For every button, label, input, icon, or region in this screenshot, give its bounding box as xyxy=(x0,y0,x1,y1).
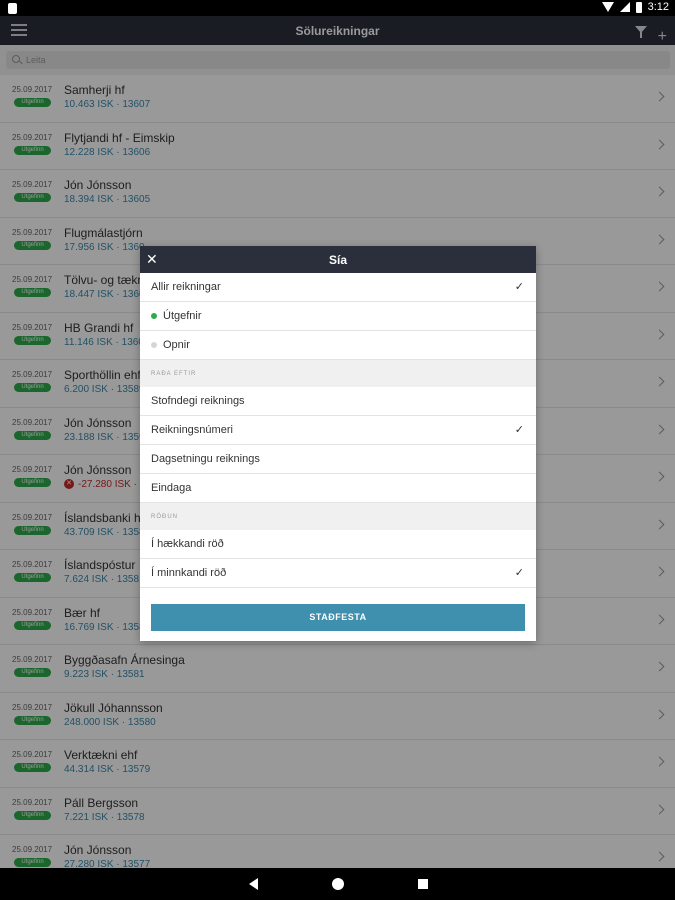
dialog-header: ✕ Sía xyxy=(140,246,536,273)
check-icon: ✓ xyxy=(514,424,524,436)
status-icons: 3:12 xyxy=(601,1,669,13)
order-option-ascending[interactable]: Í hækkandi röð xyxy=(140,530,536,559)
dialog-title: Sía xyxy=(328,253,347,267)
option-label: Stofndegi reiknings xyxy=(151,395,245,407)
sort-option-number[interactable]: Reikningsnúmeri ✓ xyxy=(140,416,536,445)
option-all-invoices[interactable]: Allir reikningar ✓ xyxy=(140,273,536,302)
signal-icon xyxy=(619,2,630,12)
order-option-descending[interactable]: Í minnkandi röð ✓ xyxy=(140,559,536,588)
sort-option-date[interactable]: Dagsetningu reiknings xyxy=(140,445,536,474)
wifi-icon xyxy=(601,2,614,12)
option-label: Útgefnir xyxy=(163,310,202,322)
option-label: Í hækkandi röð xyxy=(151,538,224,550)
battery-icon xyxy=(635,1,642,13)
sort-section-header: RAÐA EFTIR xyxy=(140,360,536,387)
notification-icon xyxy=(8,3,17,14)
option-label: Eindaga xyxy=(151,482,192,494)
recent-apps-icon[interactable] xyxy=(418,879,428,889)
sort-option-due-date[interactable]: Eindaga xyxy=(140,474,536,503)
check-icon: ✓ xyxy=(514,567,524,579)
option-issued[interactable]: Útgefnir xyxy=(140,302,536,331)
home-icon[interactable] xyxy=(332,878,344,890)
status-time: 3:12 xyxy=(647,1,669,13)
check-icon: ✓ xyxy=(514,281,524,293)
status-dot-icon xyxy=(151,342,157,349)
filter-dialog: ✕ Sía Allir reikningar ✓ Útgefnir Opnir … xyxy=(140,246,536,641)
status-bar: 3:12 xyxy=(0,0,675,16)
back-icon[interactable] xyxy=(249,878,258,890)
order-section-header: RÖÐUN xyxy=(140,503,536,530)
option-open[interactable]: Opnir xyxy=(140,331,536,360)
option-label: Opnir xyxy=(163,339,190,351)
option-label: Allir reikningar xyxy=(151,281,221,293)
option-label: Í minnkandi röð xyxy=(151,567,227,579)
option-label: Reikningsnúmeri xyxy=(151,424,233,436)
confirm-button[interactable]: STAÐFESTA xyxy=(151,604,525,631)
status-dot-icon xyxy=(151,313,157,320)
sort-option-created[interactable]: Stofndegi reiknings xyxy=(140,387,536,416)
option-label: Dagsetningu reiknings xyxy=(151,453,260,465)
system-nav-bar xyxy=(0,868,675,900)
